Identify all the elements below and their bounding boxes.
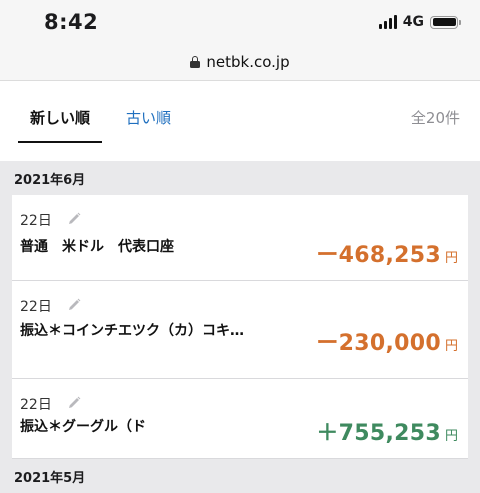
transaction-list: 22日 普通 米ドル 代表口座 ー468,253 円 22日 振込＊コインチエツ… [0, 195, 480, 459]
sort-tabs: 新しい順 古い順 全20件 [0, 81, 480, 153]
transaction-day: 22日 [20, 213, 52, 229]
pencil-icon[interactable] [66, 395, 82, 411]
currency-unit: 円 [444, 429, 458, 444]
transaction-day: 22日 [20, 397, 52, 413]
pencil-icon[interactable] [66, 297, 82, 313]
transaction-row[interactable]: 22日 振込＊コインチエツク（カ）コキ… ー230,000 円 [12, 281, 468, 379]
tab-newest[interactable]: 新しい順 [30, 107, 90, 128]
signal-icon [378, 15, 397, 29]
transaction-amount: ー468,253 円 [316, 237, 458, 269]
address-bar[interactable]: netbk.co.jp [0, 44, 480, 81]
url-text: netbk.co.jp [206, 53, 290, 71]
battery-icon [430, 15, 461, 29]
network-type: 4G [402, 14, 424, 30]
transaction-name: 振込＊グーグル（ド [20, 419, 146, 435]
transaction-amount: ー230,000 円 [316, 325, 458, 357]
currency-unit: 円 [444, 251, 458, 266]
transaction-row[interactable]: 22日 振込＊グーグル（ド ＋755,253 円 [12, 379, 468, 459]
amount-value: ＋755,253 [316, 421, 441, 446]
currency-unit: 円 [444, 339, 458, 354]
transaction-day: 22日 [20, 299, 52, 315]
transaction-name: 普通 米ドル 代表口座 [20, 239, 174, 255]
month-header: 2021年5月 [0, 459, 480, 493]
status-time: 8:42 [44, 10, 99, 34]
amount-value: ー230,000 [316, 331, 441, 356]
transaction-amount: ＋755,253 円 [316, 415, 458, 447]
lock-icon [190, 56, 201, 68]
transaction-row[interactable]: 22日 普通 米ドル 代表口座 ー468,253 円 [12, 195, 468, 281]
tab-oldest[interactable]: 古い順 [126, 107, 171, 128]
active-tab-indicator [18, 141, 102, 143]
transaction-name: 振込＊コインチエツク（カ）コキ… [20, 323, 244, 339]
total-count: 全20件 [410, 109, 460, 127]
pencil-icon[interactable] [66, 211, 82, 227]
amount-value: ー468,253 [316, 243, 441, 268]
status-bar: 8:42 4G [0, 0, 480, 44]
status-indicators: 4G [378, 14, 461, 30]
month-header: 2021年6月 [0, 161, 480, 195]
